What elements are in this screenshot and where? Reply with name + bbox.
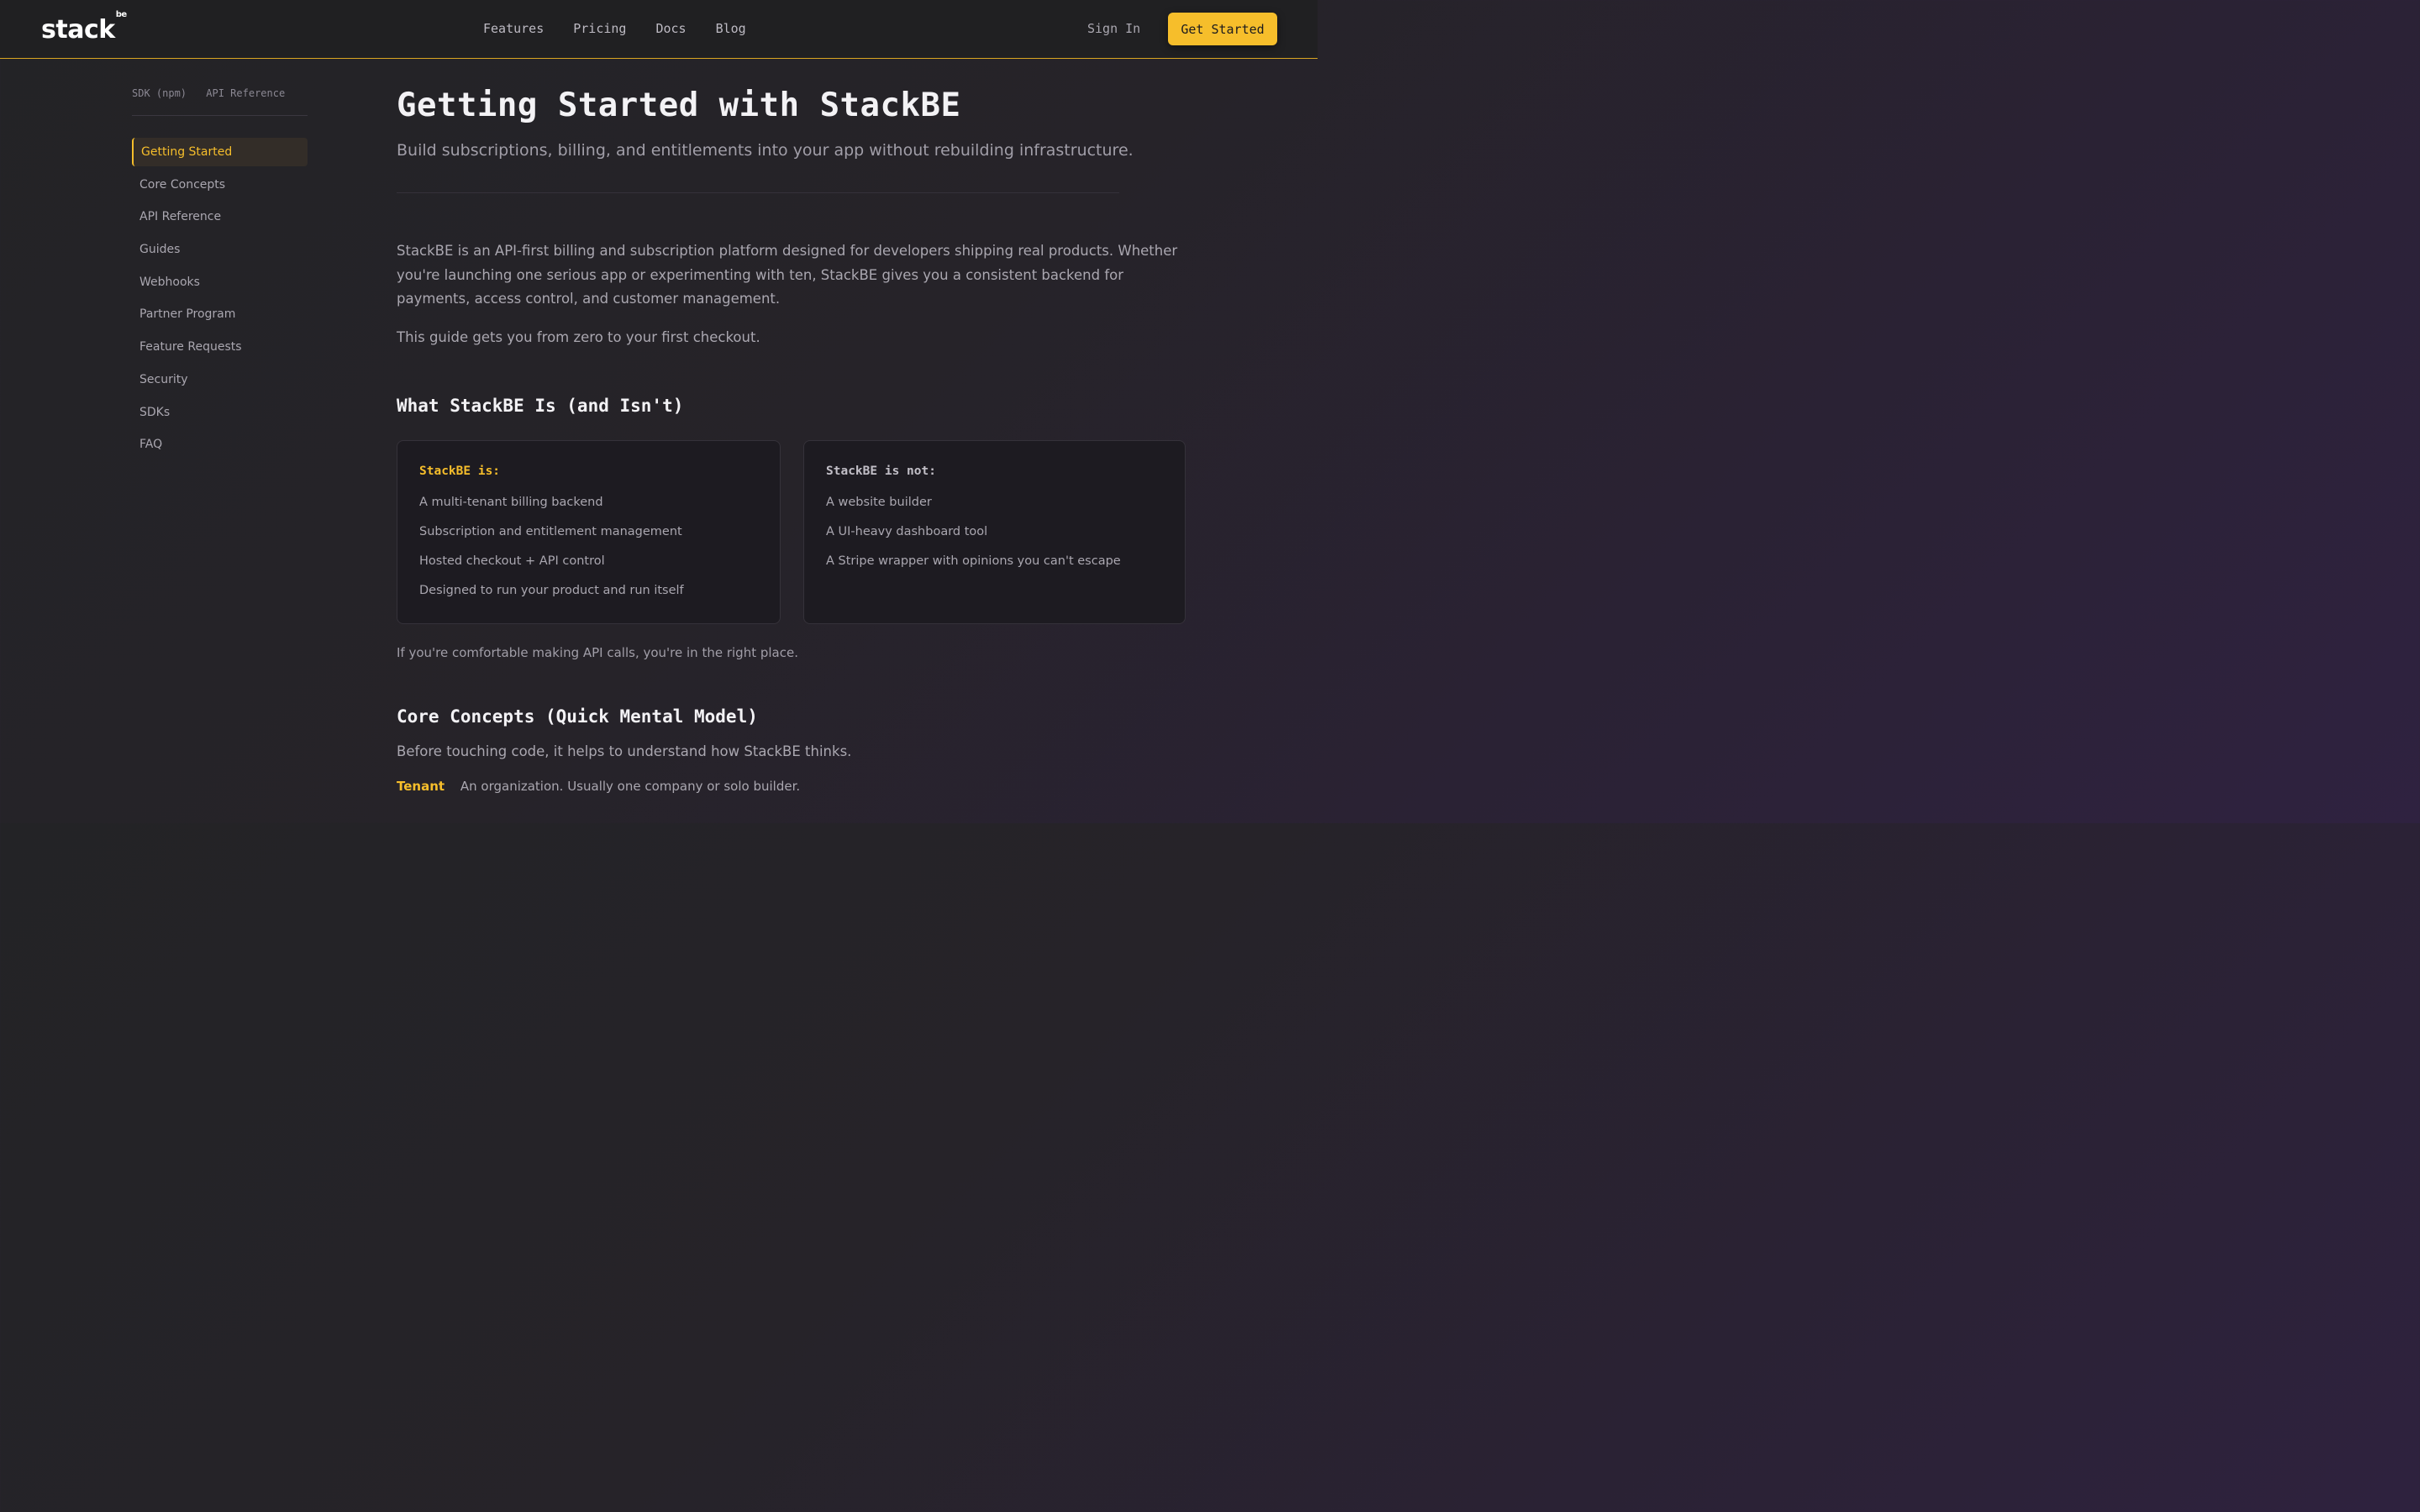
logo-superscript: be (115, 10, 127, 19)
divider (397, 192, 1119, 193)
section-heading-what-is: What StackBE Is (and Isn't) (397, 396, 684, 416)
sidebar-item-api-reference[interactable]: API Reference (132, 202, 308, 231)
list-item: A multi-tenant billing backend (419, 496, 603, 509)
api-reference-link[interactable]: API Reference (206, 87, 285, 99)
logo-text: stack (41, 15, 115, 45)
list-item: A website builder (826, 496, 932, 509)
list-item: A UI-heavy dashboard tool (826, 525, 988, 538)
nav-blog[interactable]: Blog (716, 21, 746, 36)
term-tenant: Tenant An organization. Usually one comp… (397, 779, 1186, 794)
sidebar-item-partner-program[interactable]: Partner Program (132, 300, 308, 328)
api-note: If you're comfortable making API calls, … (397, 645, 798, 660)
section-heading-core-concepts: Core Concepts (Quick Mental Model) (397, 706, 758, 727)
sidebar-item-feature-requests[interactable]: Feature Requests (132, 333, 308, 361)
stackbe-logo[interactable]: stackbe (41, 10, 127, 45)
comparison-cards: StackBE is: A multi-tenant billing backe… (397, 440, 1186, 624)
sign-in-link[interactable]: Sign In (1087, 21, 1140, 36)
docs-content: Getting Started with StackBE Build subsc… (397, 84, 1186, 794)
list-item: Subscription and entitlement management (419, 525, 682, 538)
sidebar-top-links: SDK (npm) API Reference (132, 87, 308, 116)
intro-paragraph-2: This guide gets you from zero to your fi… (397, 328, 760, 345)
sidebar-item-guides[interactable]: Guides (132, 235, 308, 264)
nav-pricing[interactable]: Pricing (573, 21, 626, 36)
nav-features[interactable]: Features (483, 21, 544, 36)
is-not-card-title: StackBE is not: (826, 465, 936, 478)
nav-docs[interactable]: Docs (655, 21, 686, 36)
core-concepts-intro: Before touching code, it helps to unders… (397, 743, 852, 759)
get-started-button[interactable]: Get Started (1168, 13, 1277, 45)
is-card-title: StackBE is: (419, 465, 501, 478)
term-key: Tenant (397, 779, 445, 794)
sidebar-nav-list: Getting Started Core Concepts API Refere… (132, 138, 308, 459)
list-item: Hosted checkout + API control (419, 554, 605, 568)
term-value: An organization. Usually one company or … (460, 779, 801, 794)
page-subtitle: Build subscriptions, billing, and entitl… (397, 141, 1134, 160)
docs-sidebar: SDK (npm) API Reference Getting Started … (132, 87, 308, 463)
top-navbar: stackbe Features Pricing Docs Blog Sign … (0, 0, 1318, 59)
sidebar-item-faq[interactable]: FAQ (132, 430, 308, 459)
sidebar-item-core-concepts[interactable]: Core Concepts (132, 171, 308, 199)
sidebar-item-getting-started[interactable]: Getting Started (132, 138, 308, 166)
is-card: StackBE is: A multi-tenant billing backe… (397, 440, 781, 624)
sidebar-item-webhooks[interactable]: Webhooks (132, 268, 308, 297)
sdk-npm-link[interactable]: SDK (npm) (132, 87, 187, 99)
list-item: A Stripe wrapper with opinions you can't… (826, 554, 1121, 568)
is-not-card: StackBE is not: A website builder A UI-h… (803, 440, 1186, 624)
page-title: Getting Started with StackBE (397, 87, 961, 124)
main-nav: Features Pricing Docs Blog (483, 21, 776, 36)
intro-paragraph: StackBE is an API-first billing and subs… (397, 243, 1178, 307)
sidebar-item-security[interactable]: Security (132, 365, 308, 394)
list-item: Designed to run your product and run its… (419, 584, 684, 597)
sidebar-item-sdks[interactable]: SDKs (132, 398, 308, 427)
